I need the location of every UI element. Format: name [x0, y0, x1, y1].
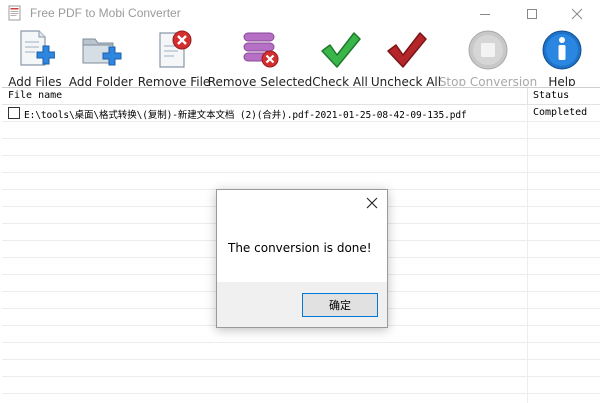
stop-conversion-label: Stop Conversion — [438, 76, 538, 86]
add-folder-icon — [82, 38, 122, 66]
add-files-icon — [20, 30, 55, 66]
help-button[interactable]: Help — [536, 28, 588, 86]
remove-file-icon — [159, 30, 192, 68]
close-icon — [366, 197, 378, 209]
remove-selected-label: Remove Selected — [207, 76, 313, 86]
remove-file-label: Remove File — [137, 76, 211, 86]
window-title: Free PDF to Mobi Converter — [30, 6, 181, 20]
close-icon — [571, 8, 583, 20]
check-all-label: Check All — [312, 76, 368, 86]
dialog-footer: 确定 — [217, 282, 387, 327]
title-bar: Free PDF to Mobi Converter — [0, 0, 600, 28]
remove-file-button[interactable]: Remove File — [138, 28, 210, 86]
column-header-file-name[interactable]: File name — [8, 90, 62, 101]
maximize-button[interactable] — [509, 0, 555, 28]
remove-selected-button[interactable]: Remove Selected — [208, 28, 312, 86]
add-folder-button[interactable]: Add Folder — [66, 28, 136, 86]
dialog-close-button[interactable] — [361, 193, 383, 213]
add-files-label: Add Files — [8, 76, 62, 86]
uncheck-all-button[interactable]: Uncheck All — [370, 28, 442, 86]
ok-button[interactable]: 确定 — [302, 293, 378, 317]
list-header: File name Status — [2, 88, 600, 105]
uncheck-all-icon — [387, 32, 427, 68]
maximize-icon — [527, 9, 537, 19]
help-icon — [542, 30, 582, 70]
row-checkbox[interactable] — [8, 107, 20, 119]
app-icon — [8, 5, 21, 21]
check-all-icon — [321, 32, 361, 68]
stop-conversion-icon — [468, 30, 508, 70]
remove-selected-icon — [243, 32, 279, 68]
message-dialog: The conversion is done! 确定 — [216, 189, 388, 328]
stop-conversion-button[interactable]: Stop Conversion — [438, 28, 538, 86]
close-window-button[interactable] — [554, 0, 600, 28]
minimize-icon — [480, 14, 490, 15]
row-status: Completed — [533, 107, 588, 118]
uncheck-all-label: Uncheck All — [370, 76, 442, 86]
minimize-button[interactable] — [462, 0, 508, 28]
add-files-button[interactable]: Add Files — [6, 28, 64, 86]
list-item[interactable]: E:\tools\桌面\格式转换\(复制)-新建文本文档 (2)(合并).pdf… — [2, 105, 600, 122]
add-folder-label: Add Folder — [68, 76, 134, 86]
check-all-button[interactable]: Check All — [310, 28, 370, 86]
dialog-message: The conversion is done! — [228, 241, 372, 255]
column-grid-line — [527, 105, 528, 403]
row-file-name: E:\tools\桌面\格式转换\(复制)-新建文本文档 (2)(合并).pdf… — [24, 110, 467, 121]
toolbar: Add Files Add Folder Remove File Remove … — [0, 28, 600, 86]
column-header-status[interactable]: Status — [533, 90, 569, 101]
column-divider[interactable] — [527, 88, 528, 105]
help-label: Help — [548, 76, 576, 86]
